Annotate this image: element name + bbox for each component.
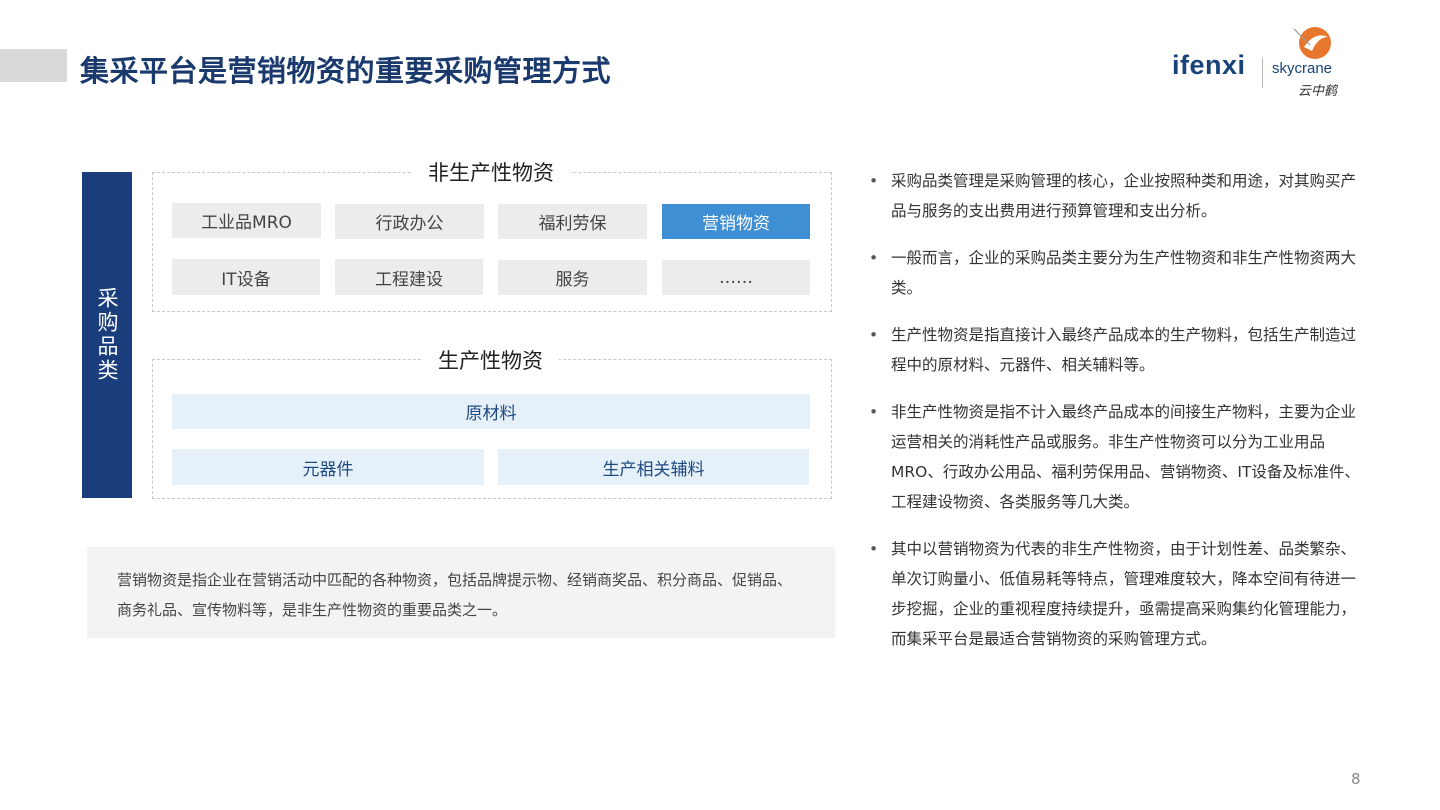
item-marketing-supplies: 营销物资	[662, 204, 810, 239]
item-more: ……	[662, 260, 810, 295]
item-office-admin: 行政办公	[335, 204, 484, 239]
bullet-item: 生产性物资是指直接计入最终产品成本的生产物料，包括生产制造过程中的原材料、元器件…	[866, 320, 1366, 380]
item-welfare-safety: 福利劳保	[498, 204, 647, 239]
item-components: 元器件	[172, 449, 484, 485]
category-label-text: 采购品类	[95, 287, 119, 383]
skycrane-logo-icon	[1293, 27, 1331, 59]
bullet-list: 采购品类管理是采购管理的核心，企业按照种类和用途，对其购买产品与服务的支出费用进…	[866, 166, 1366, 671]
item-it-equipment: IT设备	[172, 259, 320, 295]
skycrane-logo-text: skycrane	[1272, 60, 1333, 77]
item-raw-materials: 原材料	[172, 394, 810, 429]
bullet-item: 其中以营销物资为代表的非生产性物资，由于计划性差、品类繁杂、单次订购量小、低值易…	[866, 534, 1366, 654]
item-services: 服务	[498, 260, 647, 295]
bullet-item: 非生产性物资是指不计入最终产品成本的间接生产物料，主要为企业运营相关的消耗性产品…	[866, 397, 1366, 517]
bullet-item: 一般而言，企业的采购品类主要分为生产性物资和非生产性物资两大类。	[866, 243, 1366, 303]
skycrane-logo-cn: 云中鹤	[1298, 84, 1338, 99]
production-title: 生产性物资	[422, 345, 559, 375]
marketing-supplies-note: 营销物资是指企业在营销活动中匹配的各种物资，包括品牌提示物、经销商奖品、积分商品…	[87, 547, 835, 638]
page-title: 集采平台是营销物资的重要采购管理方式	[80, 54, 612, 88]
bullet-item: 采购品类管理是采购管理的核心，企业按照种类和用途，对其购买产品与服务的支出费用进…	[866, 166, 1366, 226]
header-accent-bar	[0, 49, 67, 82]
non-production-title: 非生产性物资	[412, 157, 570, 187]
item-auxiliary-materials: 生产相关辅料	[498, 449, 809, 485]
item-industrial-mro: 工业品MRO	[172, 203, 321, 238]
category-side-label: 采购品类	[82, 172, 132, 498]
logo-divider	[1262, 58, 1263, 88]
page-number: 8	[1351, 770, 1361, 788]
ifenxi-logo: ifenxi	[1172, 50, 1246, 80]
item-engineering: 工程建设	[335, 259, 483, 295]
